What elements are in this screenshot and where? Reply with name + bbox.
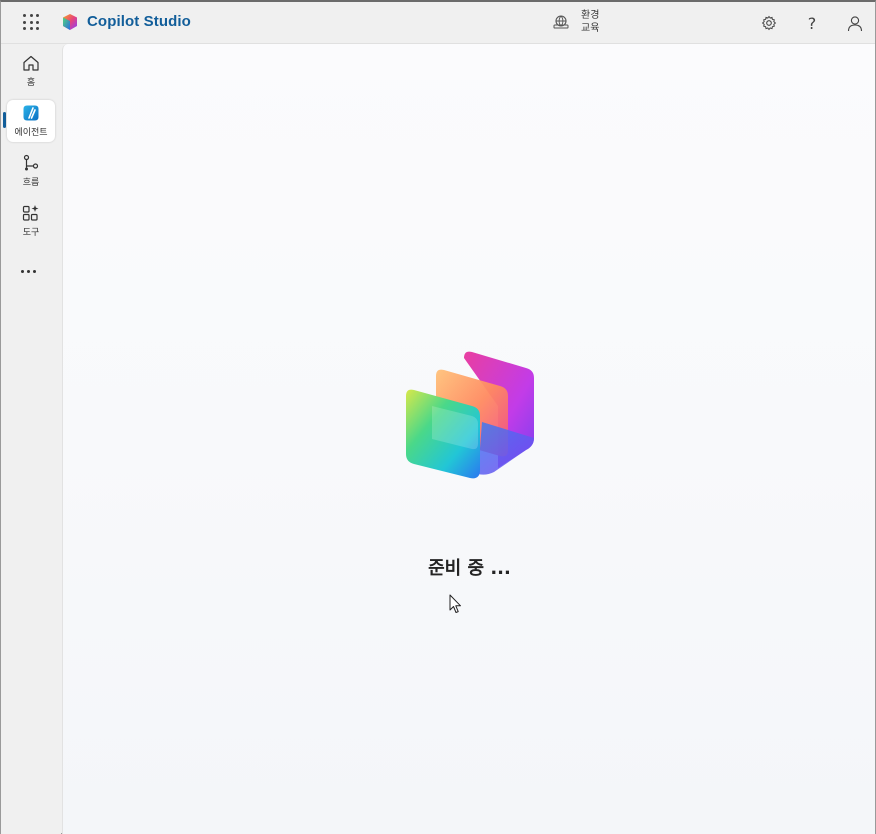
account-icon[interactable] [845,13,865,33]
nav-label-agents: 에이전트 [14,128,48,138]
settings-icon[interactable] [759,13,779,33]
app-window: Copilot Studio 환경 교육 ? 홈 에이전트 흐름 도구 준비 중… [0,0,876,834]
app-launcher-icon[interactable] [21,12,41,32]
nav-item-flows[interactable]: 흐름 [7,150,55,192]
agents-icon [23,105,39,121]
top-header: Copilot Studio 환경 교육 ? [1,2,875,44]
mouse-cursor-icon [449,594,461,613]
nav-item-agents[interactable]: 에이전트 [7,100,55,142]
app-title[interactable]: Copilot Studio [87,13,191,30]
active-indicator [3,112,6,128]
tools-icon [22,205,39,221]
more-icon[interactable] [21,266,36,277]
copilot-studio-logo-icon [63,14,77,30]
nav-item-home[interactable]: 홈 [7,50,55,92]
environment-label: 환경 [581,10,600,21]
nav-label-home: 홈 [26,78,36,88]
loading-status: 준비 중 ... [428,558,511,579]
environment-picker[interactable]: 환경 교육 [553,6,599,38]
home-icon [23,55,39,71]
main-canvas: 준비 중 ... [62,44,875,834]
flows-icon [23,154,39,171]
nav-label-flows: 흐름 [22,178,40,188]
environment-icon [553,15,569,29]
help-icon[interactable]: ? [802,13,822,33]
environment-value: 교육 [581,23,600,34]
left-nav: 홈 에이전트 흐름 도구 [1,44,61,834]
copilot-studio-loading-logo [406,351,534,479]
nav-label-tools: 도구 [22,228,40,238]
nav-item-tools[interactable]: 도구 [7,200,55,242]
